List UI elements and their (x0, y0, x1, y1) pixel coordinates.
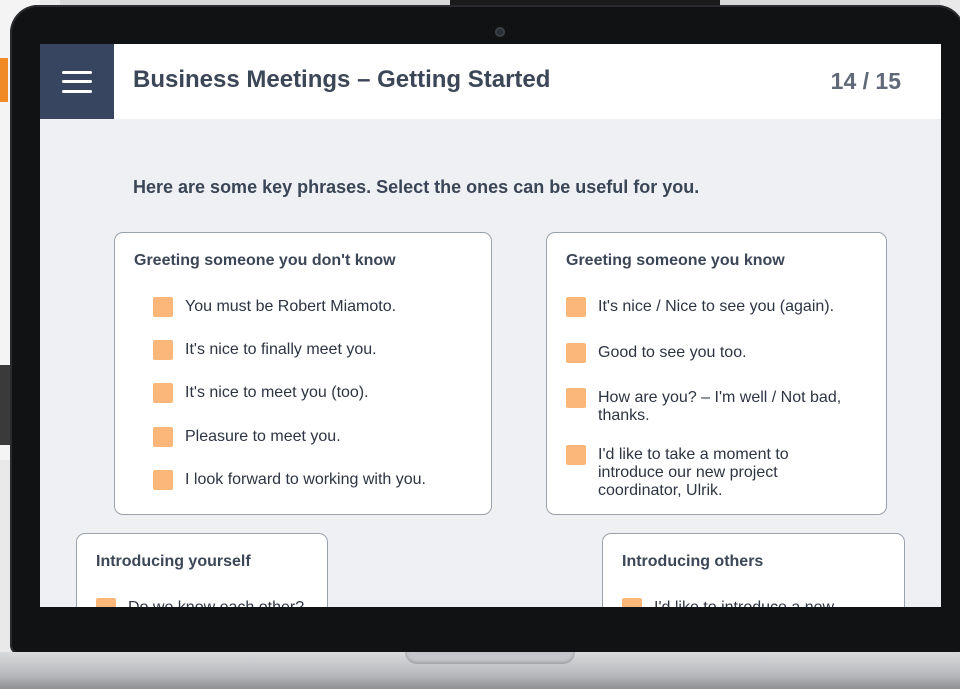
phrase-option[interactable]: I look forward to working with you. (153, 470, 478, 490)
card-heading: Greeting someone you don't know (134, 252, 396, 269)
webcam-icon (495, 27, 505, 37)
phrase-card-greeting-known: Greeting someone you know It's nice / Ni… (546, 232, 887, 515)
phrase-option[interactable]: You must be Robert Miamoto. (153, 297, 473, 317)
checkbox[interactable] (96, 598, 116, 607)
card-heading: Introducing others (622, 553, 764, 570)
checkbox[interactable] (153, 427, 173, 447)
background-dark-panel (0, 365, 10, 445)
top-bar: Business Meetings – Getting Started 14 /… (40, 44, 941, 119)
hamburger-menu-icon (62, 70, 92, 93)
checkbox[interactable] (622, 598, 642, 607)
phrase-option[interactable]: It's nice to meet you (too). (153, 383, 473, 403)
checkbox[interactable] (566, 343, 586, 363)
phrase-text: Good to see you too. (598, 344, 747, 361)
phrase-option[interactable]: Do we know each other? (96, 598, 326, 607)
phrase-text: How are you? – I'm well / Not bad, thank… (598, 389, 842, 424)
phrase-text: It's nice to meet you (too). (185, 384, 369, 401)
checkbox[interactable] (566, 445, 586, 465)
lesson-screen: Business Meetings – Getting Started 14 /… (40, 44, 941, 607)
phrase-option[interactable]: I'd like to introduce a new (622, 598, 892, 607)
instruction-text: Here are some key phrases. Select the on… (133, 177, 700, 197)
phrase-card-introducing-yourself: Introducing yourself Do we know each oth… (76, 533, 328, 607)
card-heading: Greeting someone you know (566, 252, 785, 269)
background-orange-tab (0, 58, 8, 102)
checkbox[interactable] (566, 388, 586, 408)
phrase-text: I'd like to take a moment to introduce o… (598, 446, 789, 499)
phrase-card-greeting-unknown: Greeting someone you don't know You must… (114, 232, 492, 515)
phrase-option[interactable]: It's nice / Nice to see you (again). (566, 297, 876, 317)
phrase-text: It's nice / Nice to see you (again). (598, 298, 835, 315)
checkbox[interactable] (153, 383, 173, 403)
phrase-text: It's nice to finally meet you. (185, 341, 377, 358)
phrase-text: I look forward to working with you. (185, 471, 426, 488)
phrase-card-introducing-others: Introducing others I'd like to introduce… (602, 533, 905, 607)
laptop-base (0, 652, 960, 689)
menu-button[interactable] (40, 44, 114, 119)
card-heading: Introducing yourself (96, 553, 251, 570)
phrase-option[interactable]: I'd like to take a moment to introduce o… (566, 445, 836, 500)
phrase-option[interactable]: Good to see you too. (566, 343, 876, 363)
phrase-option[interactable]: Pleasure to meet you. (153, 427, 473, 447)
page-title: Business Meetings – Getting Started (133, 66, 551, 93)
phrase-text: Do we know each other? (128, 598, 304, 607)
checkbox[interactable] (153, 297, 173, 317)
checkbox[interactable] (153, 340, 173, 360)
slide-counter: 14 / 15 (830, 68, 901, 94)
phrase-option[interactable]: It's nice to finally meet you. (153, 340, 473, 360)
phrase-text: I'd like to introduce a new (654, 598, 834, 607)
checkbox[interactable] (566, 297, 586, 317)
checkbox[interactable] (153, 470, 173, 490)
phrase-option[interactable]: How are you? – I'm well / Not bad, thank… (566, 388, 866, 425)
phrase-text: You must be Robert Miamoto. (185, 298, 397, 315)
phrase-text: Pleasure to meet you. (185, 428, 341, 445)
laptop-lid-notch (405, 652, 575, 664)
